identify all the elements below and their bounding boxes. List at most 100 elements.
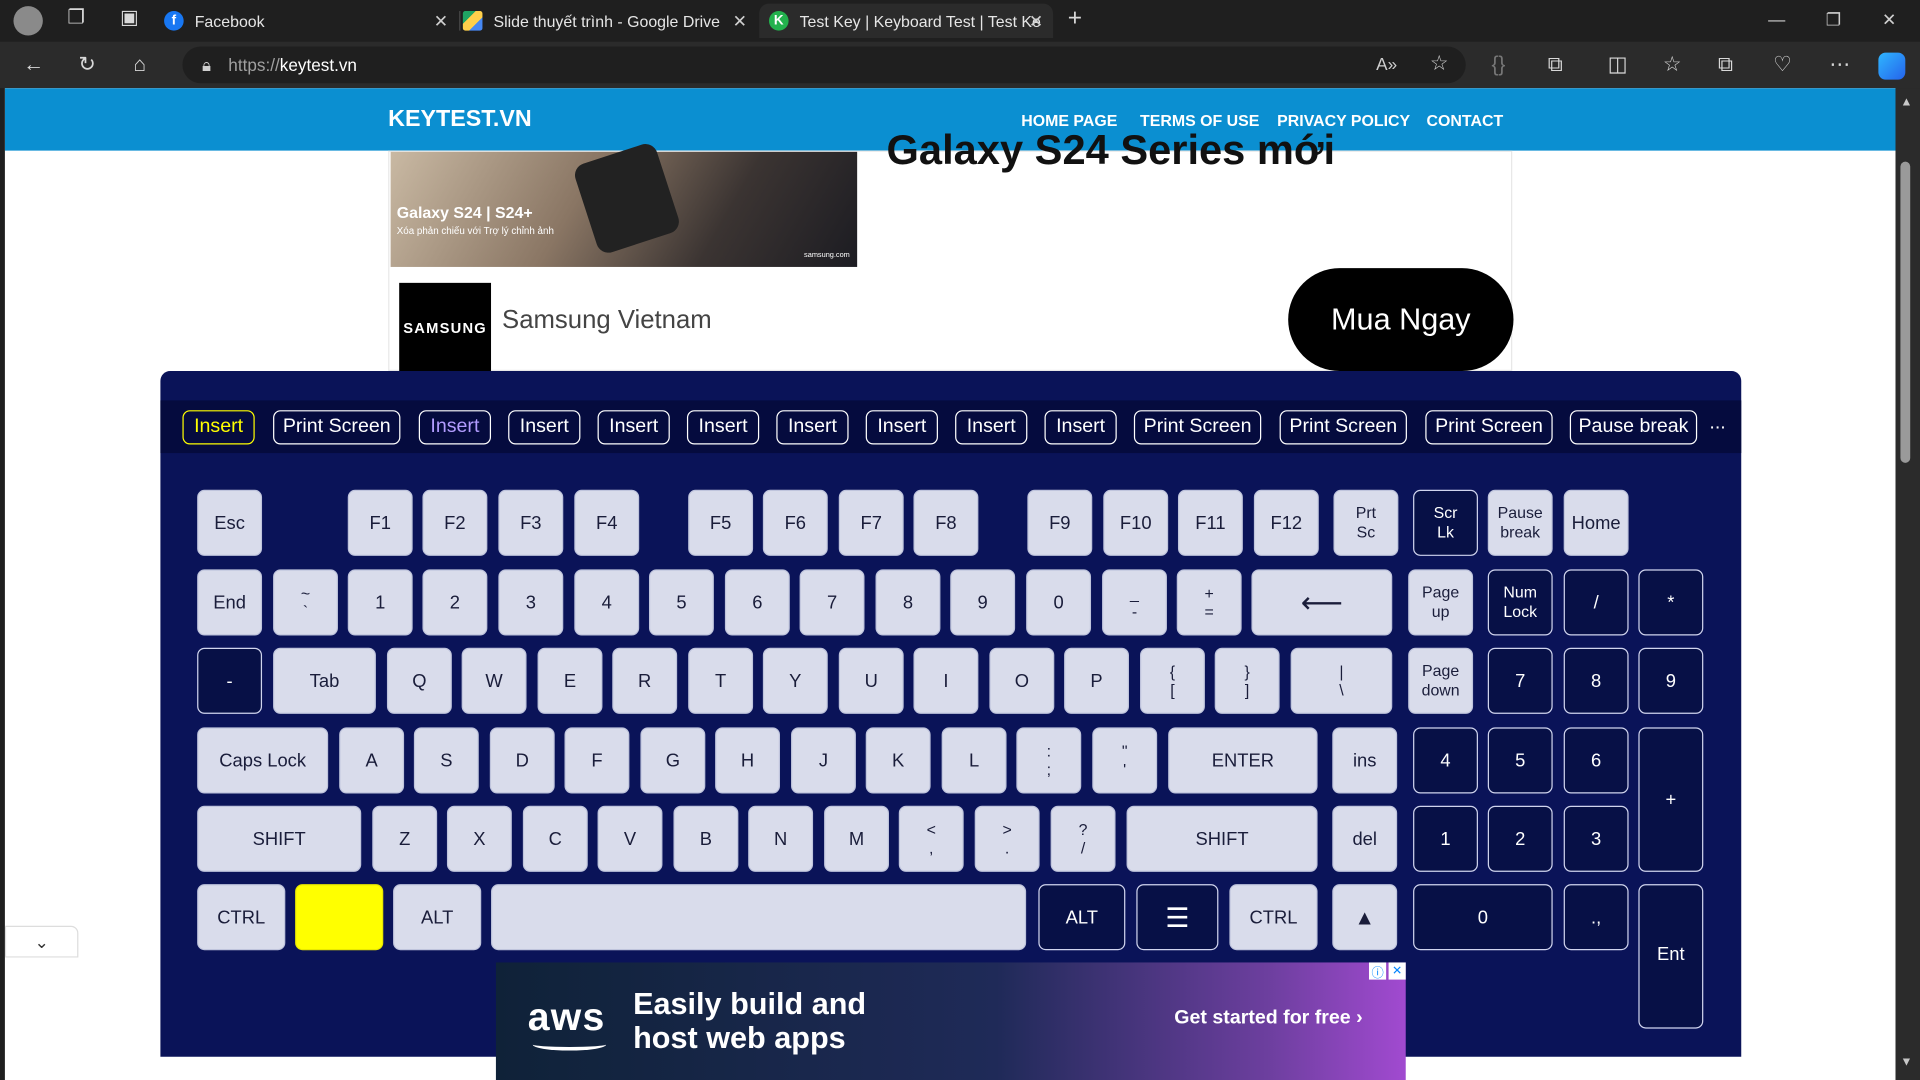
key-3[interactable]: 3: [498, 569, 564, 636]
key-9[interactable]: 9: [950, 569, 1016, 636]
key-space[interactable]: [491, 884, 1027, 951]
new-tab-button[interactable]: +: [1068, 6, 1082, 30]
key-f3[interactable]: F3: [498, 489, 564, 556]
key-numpad-4[interactable]: 4: [1413, 727, 1478, 794]
key-num-lock[interactable]: Num Lock: [1487, 569, 1553, 636]
key-f2[interactable]: F2: [422, 489, 488, 556]
key-f[interactable]: F: [564, 727, 630, 794]
key-numpad-3[interactable]: 3: [1563, 805, 1629, 872]
address-bar[interactable]: 🔒︎ https://keytest.vn A» ☆: [182, 46, 1466, 84]
key-caps-lock[interactable]: Caps Lock: [197, 727, 329, 794]
key-numpad-7[interactable]: 7: [1487, 647, 1553, 714]
key-6[interactable]: 6: [724, 569, 790, 636]
key-insert[interactable]: ins: [1332, 727, 1398, 794]
key-u[interactable]: U: [838, 647, 904, 714]
key-f8[interactable]: F8: [913, 489, 979, 556]
key-numpad-2[interactable]: 2: [1487, 805, 1553, 872]
key-t[interactable]: T: [688, 647, 754, 714]
key-c[interactable]: C: [522, 805, 588, 872]
key-windows[interactable]: [295, 884, 384, 951]
key-numpad-1[interactable]: 1: [1413, 805, 1478, 872]
key-numpad-6[interactable]: 6: [1563, 727, 1629, 794]
key-ctrl-right[interactable]: CTRL: [1229, 884, 1318, 951]
key-n[interactable]: N: [748, 805, 814, 872]
collapse-ad-button[interactable]: ⌄: [4, 925, 79, 958]
key-b[interactable]: B: [673, 805, 739, 872]
key-1[interactable]: 1: [347, 569, 413, 636]
key-numpad-8[interactable]: 8: [1563, 647, 1629, 714]
key-quote[interactable]: " ': [1092, 727, 1158, 794]
nav-contact[interactable]: CONTACT: [1427, 111, 1504, 129]
key-context-menu[interactable]: ☰: [1136, 884, 1219, 951]
key-f1[interactable]: F1: [347, 489, 413, 556]
more-menu-icon[interactable]: ⋯: [1829, 53, 1850, 77]
key-ctrl-left[interactable]: CTRL: [197, 884, 286, 951]
close-window-button[interactable]: ✕: [1882, 10, 1896, 31]
key-print-screen[interactable]: Prt Sc: [1333, 489, 1399, 556]
key-v[interactable]: V: [597, 805, 663, 872]
key-left-bracket[interactable]: {[: [1140, 647, 1205, 714]
scroll-up-icon[interactable]: ▲: [1900, 96, 1912, 109]
key-numpad-enter[interactable]: Ent: [1638, 884, 1704, 1029]
favorite-star-icon[interactable]: ☆: [1430, 51, 1449, 75]
workspaces-icon[interactable]: ❐: [67, 6, 85, 30]
close-icon[interactable]: ✕: [434, 11, 448, 32]
page-scrollbar[interactable]: ▲ ▼: [1895, 88, 1920, 1080]
restore-button[interactable]: ❐: [1826, 10, 1841, 31]
split-screen-icon[interactable]: ◫: [1608, 53, 1628, 77]
key-f7[interactable]: F7: [838, 489, 904, 556]
key-z[interactable]: Z: [372, 805, 438, 872]
key-4[interactable]: 4: [574, 569, 640, 636]
key-comma[interactable]: <,: [898, 805, 964, 872]
key-numpad-0[interactable]: 0: [1413, 884, 1553, 951]
collections-icon[interactable]: ⧉: [1718, 53, 1733, 77]
key-shift-left[interactable]: SHIFT: [197, 805, 362, 872]
key-r[interactable]: R: [612, 647, 678, 714]
minimize-button[interactable]: —: [1768, 10, 1785, 30]
extension-braces-icon[interactable]: {}: [1491, 53, 1505, 77]
extensions-icon[interactable]: ⧉: [1548, 53, 1563, 77]
key-page-down[interactable]: Page down: [1408, 647, 1474, 714]
key-numpad-decimal[interactable]: .,: [1563, 884, 1629, 951]
key-5[interactable]: 5: [648, 569, 714, 636]
buy-now-button[interactable]: Mua Ngay: [1288, 268, 1514, 372]
key-home[interactable]: Home: [1563, 489, 1629, 556]
key-period[interactable]: >.: [974, 805, 1040, 872]
key-w[interactable]: W: [461, 647, 527, 714]
key-pause-break[interactable]: Pause break: [1487, 489, 1553, 556]
key-numpad-9[interactable]: 9: [1638, 647, 1704, 714]
key-f9[interactable]: F9: [1027, 489, 1093, 556]
key-p[interactable]: P: [1064, 647, 1129, 714]
key-0[interactable]: 0: [1026, 569, 1092, 636]
key-a[interactable]: A: [339, 727, 405, 794]
key-l[interactable]: L: [941, 727, 1007, 794]
key-semicolon[interactable]: :;: [1016, 727, 1082, 794]
key-f12[interactable]: F12: [1253, 489, 1319, 556]
key-delete[interactable]: del: [1332, 805, 1398, 872]
key-tab[interactable]: Tab: [273, 647, 376, 714]
key-g[interactable]: G: [640, 727, 706, 794]
key-f4[interactable]: F4: [574, 489, 640, 556]
aws-ad[interactable]: aws Easily build and host web apps Get s…: [495, 962, 1406, 1080]
key-numpad-divide[interactable]: /: [1563, 569, 1629, 636]
scroll-thumb[interactable]: [1900, 161, 1911, 463]
favorites-icon[interactable]: ☆: [1663, 53, 1682, 77]
key-scroll-lock[interactable]: Scr Lk: [1413, 489, 1478, 556]
key-f10[interactable]: F10: [1103, 489, 1169, 556]
key-alt-right[interactable]: ALT: [1038, 884, 1126, 951]
refresh-icon[interactable]: ↻: [78, 53, 95, 77]
home-icon[interactable]: ⌂: [133, 53, 146, 77]
key-backslash[interactable]: | \: [1290, 647, 1393, 714]
copilot-icon[interactable]: [1878, 52, 1906, 80]
tab-actions-icon[interactable]: ▣: [120, 6, 139, 30]
ad-close-icon[interactable]: ✕: [1388, 962, 1406, 980]
key-backspace[interactable]: ⟵: [1251, 569, 1393, 636]
key-d[interactable]: D: [489, 727, 555, 794]
key-x[interactable]: X: [446, 805, 512, 872]
key-enter[interactable]: ENTER: [1168, 727, 1318, 794]
back-icon[interactable]: ←: [23, 53, 44, 77]
key-h[interactable]: H: [715, 727, 781, 794]
key-numpad-minus[interactable]: -: [197, 647, 263, 714]
key-f6[interactable]: F6: [762, 489, 828, 556]
key-end[interactable]: End: [197, 569, 263, 636]
